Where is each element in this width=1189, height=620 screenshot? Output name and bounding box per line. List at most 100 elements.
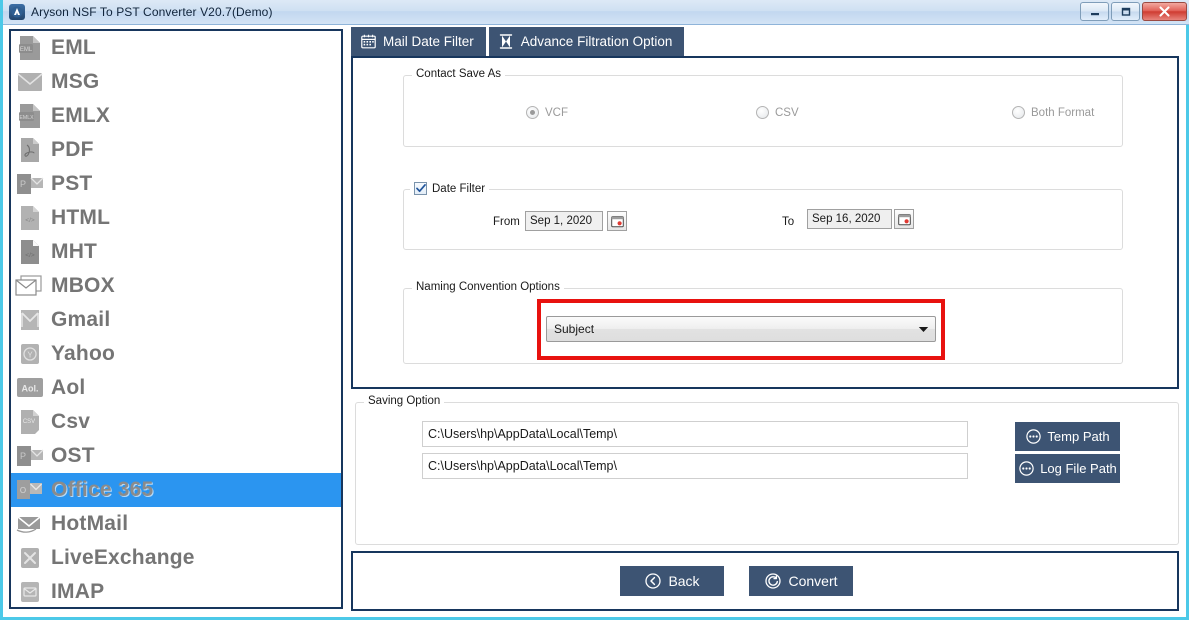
minimize-button[interactable] [1080, 2, 1109, 21]
saving-option-group: Saving Option C:\Users\hp\AppData\Local\… [355, 395, 1179, 545]
mht-code-file-icon: </> [15, 237, 45, 267]
title-bar: Aryson NSF To PST Converter V20.7(Demo) [3, 0, 1189, 25]
contact-save-as-group: Contact Save As VCF CSV Both Format [403, 68, 1123, 147]
format-sidebar[interactable]: EML EML MSG EMLX EMLX PDF P PST </> HTML… [9, 29, 343, 609]
pst-outlook-icon: P [15, 169, 45, 199]
from-date-input[interactable]: Sep 1, 2020 [525, 211, 603, 231]
sidebar-item-html[interactable]: </> HTML [11, 201, 341, 235]
naming-convention-selected-value: Subject [554, 322, 595, 336]
naming-convention-dropdown[interactable]: Subject [546, 316, 936, 342]
sidebar-item-label: OST [51, 444, 95, 467]
sidebar-item-label: HTML [51, 206, 111, 229]
office365-icon: O [15, 475, 45, 505]
convert-button[interactable]: Convert [749, 566, 853, 596]
sidebar-item-mht[interactable]: </> MHT [11, 235, 341, 269]
radio-label: VCF [545, 106, 568, 119]
svg-text:O: O [20, 486, 26, 495]
log-file-path-button[interactable]: Log File Path [1015, 454, 1120, 483]
svg-text:</>: </> [25, 217, 35, 224]
contact-save-as-title: Contact Save As [412, 68, 506, 80]
to-calendar-picker-icon[interactable] [894, 209, 914, 229]
from-calendar-picker-icon[interactable] [607, 211, 627, 231]
temp-path-button-label: Temp Path [1047, 429, 1110, 444]
radio-csv[interactable]: CSV [756, 106, 799, 119]
sidebar-item-msg[interactable]: MSG [11, 65, 341, 99]
svg-text:CSV: CSV [23, 419, 35, 425]
radio-vcf[interactable]: VCF [526, 106, 568, 119]
pdf-file-icon [15, 135, 45, 165]
temp-path-button[interactable]: Temp Path [1015, 422, 1120, 451]
sidebar-item-pdf[interactable]: PDF [11, 133, 341, 167]
svg-text:EML: EML [20, 47, 33, 53]
radio-dot-icon [526, 106, 539, 119]
hotmail-icon [15, 509, 45, 539]
main-content-pane: Mail Date Filter Advance Filtration Opti… [351, 27, 1183, 611]
sidebar-item-label: MSG [51, 70, 100, 93]
svg-text:Aol.: Aol. [22, 384, 39, 394]
csv-file-icon: CSV [15, 407, 45, 437]
html-code-file-icon: </> [15, 203, 45, 233]
aryson-logo-icon [9, 4, 25, 20]
sidebar-item-csv[interactable]: CSV Csv [11, 405, 341, 439]
svg-text:P: P [20, 451, 26, 461]
back-button-label: Back [668, 573, 700, 589]
sidebar-item-imap[interactable]: IMAP [11, 575, 341, 607]
naming-convention-title: Naming Convention Options [412, 281, 564, 293]
sidebar-item-liveexchange[interactable]: LiveExchange [11, 541, 341, 575]
imap-envelope-icon [15, 577, 45, 607]
convert-button-label: Convert [788, 573, 838, 589]
to-date-input[interactable]: Sep 16, 2020 [807, 209, 892, 229]
sidebar-item-label: LiveExchange [51, 546, 195, 569]
tab-label: Advance Filtration Option [520, 34, 673, 49]
mbox-envelope-icon [15, 271, 45, 301]
sidebar-item-aol[interactable]: Aol. Aol [11, 371, 341, 405]
sidebar-item-hotmail[interactable]: HotMail [11, 507, 341, 541]
sidebar-item-eml[interactable]: EML EML [11, 31, 341, 65]
footer-panel: Back Convert [351, 551, 1179, 611]
back-chevron-circle-icon [644, 573, 661, 590]
msg-envelope-icon [15, 67, 45, 97]
date-filter-group: Date Filter From Sep 1, 2020 To Sep 16, … [403, 182, 1123, 250]
filter-funnel-icon [498, 34, 514, 50]
svg-text:</>: </> [25, 252, 35, 259]
close-button[interactable] [1142, 2, 1187, 21]
tab-mail-date-filter[interactable]: Mail Date Filter [351, 27, 486, 56]
sidebar-item-label: Yahoo [51, 342, 116, 365]
back-button[interactable]: Back [620, 566, 724, 596]
log-path-input[interactable]: C:\Users\hp\AppData\Local\Temp\ [422, 453, 968, 479]
calendar-icon [360, 34, 376, 50]
sidebar-item-gmail[interactable]: Gmail [11, 303, 341, 337]
tab-advance-filtration-option[interactable]: Advance Filtration Option [488, 27, 685, 56]
maximize-button[interactable] [1111, 2, 1140, 21]
temp-path-input[interactable]: C:\Users\hp\AppData\Local\Temp\ [422, 421, 968, 447]
tab-label: Mail Date Filter [383, 34, 474, 49]
window-title: Aryson NSF To PST Converter V20.7(Demo) [31, 5, 273, 19]
sidebar-item-ost[interactable]: P OST [11, 439, 341, 473]
sidebar-item-office-365[interactable]: O Office 365 [11, 473, 341, 507]
sidebar-item-label: HotMail [51, 512, 129, 535]
ellipsis-circle-icon [1025, 429, 1041, 445]
sidebar-item-mbox[interactable]: MBOX [11, 269, 341, 303]
ost-outlook-icon: P [15, 441, 45, 471]
live-exchange-icon [15, 543, 45, 573]
sidebar-item-pst[interactable]: P PST [11, 167, 341, 201]
tab-bar: Mail Date Filter Advance Filtration Opti… [351, 27, 685, 56]
sidebar-item-yahoo[interactable]: Y Yahoo [11, 337, 341, 371]
sidebar-item-label: PST [51, 172, 93, 195]
convert-circle-icon [764, 573, 781, 590]
radio-label: CSV [775, 106, 799, 119]
date-filter-checkbox[interactable] [414, 182, 427, 195]
emlx-file-icon: EMLX [15, 101, 45, 131]
sidebar-item-label: MHT [51, 240, 98, 263]
radio-both-format[interactable]: Both Format [1012, 106, 1094, 119]
application-window: Aryson NSF To PST Converter V20.7(Demo) [0, 0, 1189, 620]
sidebar-item-emlx[interactable]: EMLX EMLX [11, 99, 341, 133]
svg-text:EMLX: EMLX [19, 115, 34, 121]
svg-text:Y: Y [27, 351, 33, 360]
date-filter-label: Date Filter [432, 182, 486, 195]
radio-dot-icon [1012, 106, 1025, 119]
date-filter-header[interactable]: Date Filter [410, 182, 490, 195]
ellipsis-circle-icon [1018, 461, 1034, 477]
sidebar-item-label: Office 365 [51, 478, 154, 501]
eml-file-icon: EML [15, 33, 45, 63]
